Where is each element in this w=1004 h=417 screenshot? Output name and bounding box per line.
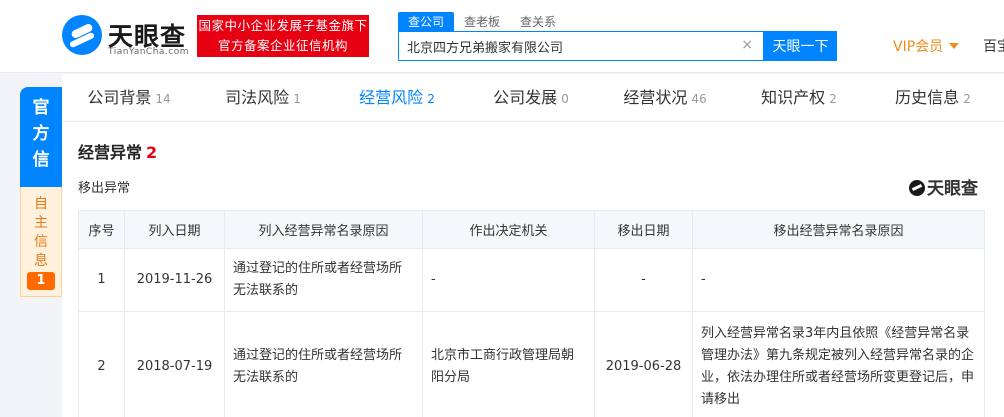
cell-in-reason: 通过登记的住所或者经营场所无法联系的 bbox=[224, 248, 423, 312]
cell-in-date: 2018-07-19 bbox=[124, 311, 225, 417]
search-tab-company[interactable]: 查公司 bbox=[398, 12, 455, 32]
official-char: 信 bbox=[32, 150, 50, 170]
cell-authority: 北京市工商行政管理局朝阳分局 bbox=[422, 311, 595, 417]
tab-count: 2 bbox=[829, 92, 837, 106]
self-char: 主 bbox=[34, 215, 48, 231]
col-header-no: 序号 bbox=[78, 210, 125, 249]
vip-label: VIP会员 bbox=[893, 39, 944, 55]
official-info-tab[interactable]: 官 方 信 bbox=[20, 87, 62, 187]
col-header-out-reason: 移出经营异常名录原因 bbox=[692, 210, 985, 249]
category-tabs: 公司背景 14 司法风险 1 经营风险 2 公司发展 0 经营状况 46 知识产权 2 历史… bbox=[62, 74, 1004, 122]
cell-no: 2 bbox=[78, 311, 125, 417]
official-char: 官 bbox=[32, 98, 50, 118]
tab-history-info[interactable]: 历史信息 2 bbox=[866, 74, 1000, 121]
cell-out-date: - bbox=[594, 248, 693, 312]
col-header-in-date: 列入日期 bbox=[124, 210, 225, 249]
search-button[interactable]: 天眼一下 bbox=[764, 31, 837, 61]
clear-icon[interactable]: × bbox=[741, 37, 753, 53]
self-char: 息 bbox=[34, 253, 48, 269]
tab-label: 公司发展 bbox=[493, 88, 558, 107]
col-header-authority: 作出决定机关 bbox=[422, 210, 595, 249]
section-subtitle: 移出异常 bbox=[78, 181, 131, 196]
tab-count: 2 bbox=[427, 92, 435, 106]
tab-label: 公司背景 bbox=[87, 88, 152, 107]
section-count: 2 bbox=[146, 143, 158, 162]
tab-count: 1 bbox=[293, 92, 301, 106]
self-char: 信 bbox=[34, 234, 48, 250]
tab-label: 经营风险 bbox=[359, 88, 424, 107]
tab-company-development[interactable]: 公司发展 0 bbox=[464, 74, 598, 121]
tab-label: 司法风险 bbox=[225, 88, 290, 107]
tab-operating-risk[interactable]: 经营风险 2 bbox=[330, 74, 464, 121]
col-header-in-reason: 列入经营异常名录原因 bbox=[224, 210, 423, 249]
side-info-switch: 官 方 信 自 主 信 息 1 bbox=[20, 87, 62, 297]
tab-count: 2 bbox=[963, 92, 971, 106]
self-char: 自 bbox=[34, 196, 48, 212]
logo-mark-icon bbox=[909, 180, 925, 196]
section-title: 经营异常 2 bbox=[78, 139, 157, 163]
cell-out-reason: 列入经营异常名录3年内且依照《经营异常名录管理办法》第九条规定被列入经营异常名录… bbox=[692, 311, 985, 417]
caret-down-icon bbox=[949, 43, 960, 49]
cell-in-date: 2019-11-26 bbox=[124, 248, 225, 312]
tab-company-background[interactable]: 公司背景 14 bbox=[62, 74, 196, 121]
search-tab-relation[interactable]: 查关系 bbox=[510, 12, 566, 32]
table-row: 2 2018-07-19 通过登记的住所或者经营场所无法联系的 北京市工商行政管… bbox=[78, 311, 985, 417]
tab-label: 经营状况 bbox=[623, 88, 688, 107]
cell-in-reason: 通过登记的住所或者经营场所无法联系的 bbox=[224, 311, 423, 417]
cell-out-reason: - bbox=[692, 248, 985, 312]
search-tab-boss[interactable]: 查老板 bbox=[454, 12, 510, 32]
logo-subtext: TianYanCha.com bbox=[108, 47, 190, 57]
logo-mark-icon bbox=[62, 15, 102, 55]
tianyancha-watermark: 天眼查 bbox=[909, 174, 978, 199]
slogan-line-1: 国家中小企业发展子基金旗下 bbox=[198, 18, 368, 33]
official-char: 方 bbox=[32, 124, 50, 144]
tab-label: 历史信息 bbox=[895, 88, 960, 107]
nav-baibao-link[interactable]: 百宝 bbox=[983, 36, 1004, 56]
self-info-tab[interactable]: 自 主 信 息 1 bbox=[20, 187, 62, 297]
watermark-text: 天眼查 bbox=[927, 179, 978, 199]
section-title-text: 经营异常 bbox=[78, 143, 143, 162]
tab-count: 14 bbox=[155, 92, 171, 106]
slogan-line-2: 官方备案企业征信机构 bbox=[217, 38, 348, 53]
tab-label: 知识产权 bbox=[761, 88, 826, 107]
tab-count: 46 bbox=[691, 92, 707, 106]
col-header-out-date: 移出日期 bbox=[594, 210, 693, 249]
search-input[interactable] bbox=[407, 32, 727, 60]
tab-count: 0 bbox=[561, 92, 569, 106]
abnormal-operation-table: 序号 列入日期 列入经营异常名录原因 作出决定机关 移出日期 移出经营异常名录原… bbox=[78, 210, 985, 417]
cell-out-date: 2019-06-28 bbox=[594, 311, 693, 417]
search-type-tabs: 查公司 查老板 查关系 bbox=[398, 12, 566, 32]
search-box: × bbox=[398, 31, 764, 61]
tab-judicial-risk[interactable]: 司法风险 1 bbox=[196, 74, 330, 121]
cell-no: 1 bbox=[78, 248, 125, 312]
table-row: 1 2019-11-26 通过登记的住所或者经营场所无法联系的 - - - bbox=[78, 248, 985, 312]
tianyancha-logo[interactable]: 天眼查 TianYanCha.com bbox=[62, 15, 190, 57]
slogan-banner: 国家中小企业发展子基金旗下 官方备案企业征信机构 bbox=[197, 15, 369, 57]
self-info-count-badge: 1 bbox=[27, 272, 55, 290]
company-detail-panel: 公司背景 14 司法风险 1 经营风险 2 公司发展 0 经营状况 46 知识产权 2 历史… bbox=[62, 74, 1004, 417]
top-header: 天眼查 TianYanCha.com 国家中小企业发展子基金旗下 官方备案企业征… bbox=[0, 0, 1004, 73]
tab-intellectual-property[interactable]: 知识产权 2 bbox=[732, 74, 866, 121]
vip-menu[interactable]: VIP会员 bbox=[893, 36, 960, 56]
tab-operating-status[interactable]: 经营状况 46 bbox=[598, 74, 732, 121]
table-header-row: 序号 列入日期 列入经营异常名录原因 作出决定机关 移出日期 移出经营异常名录原… bbox=[78, 210, 985, 249]
cell-authority: - bbox=[422, 248, 595, 312]
